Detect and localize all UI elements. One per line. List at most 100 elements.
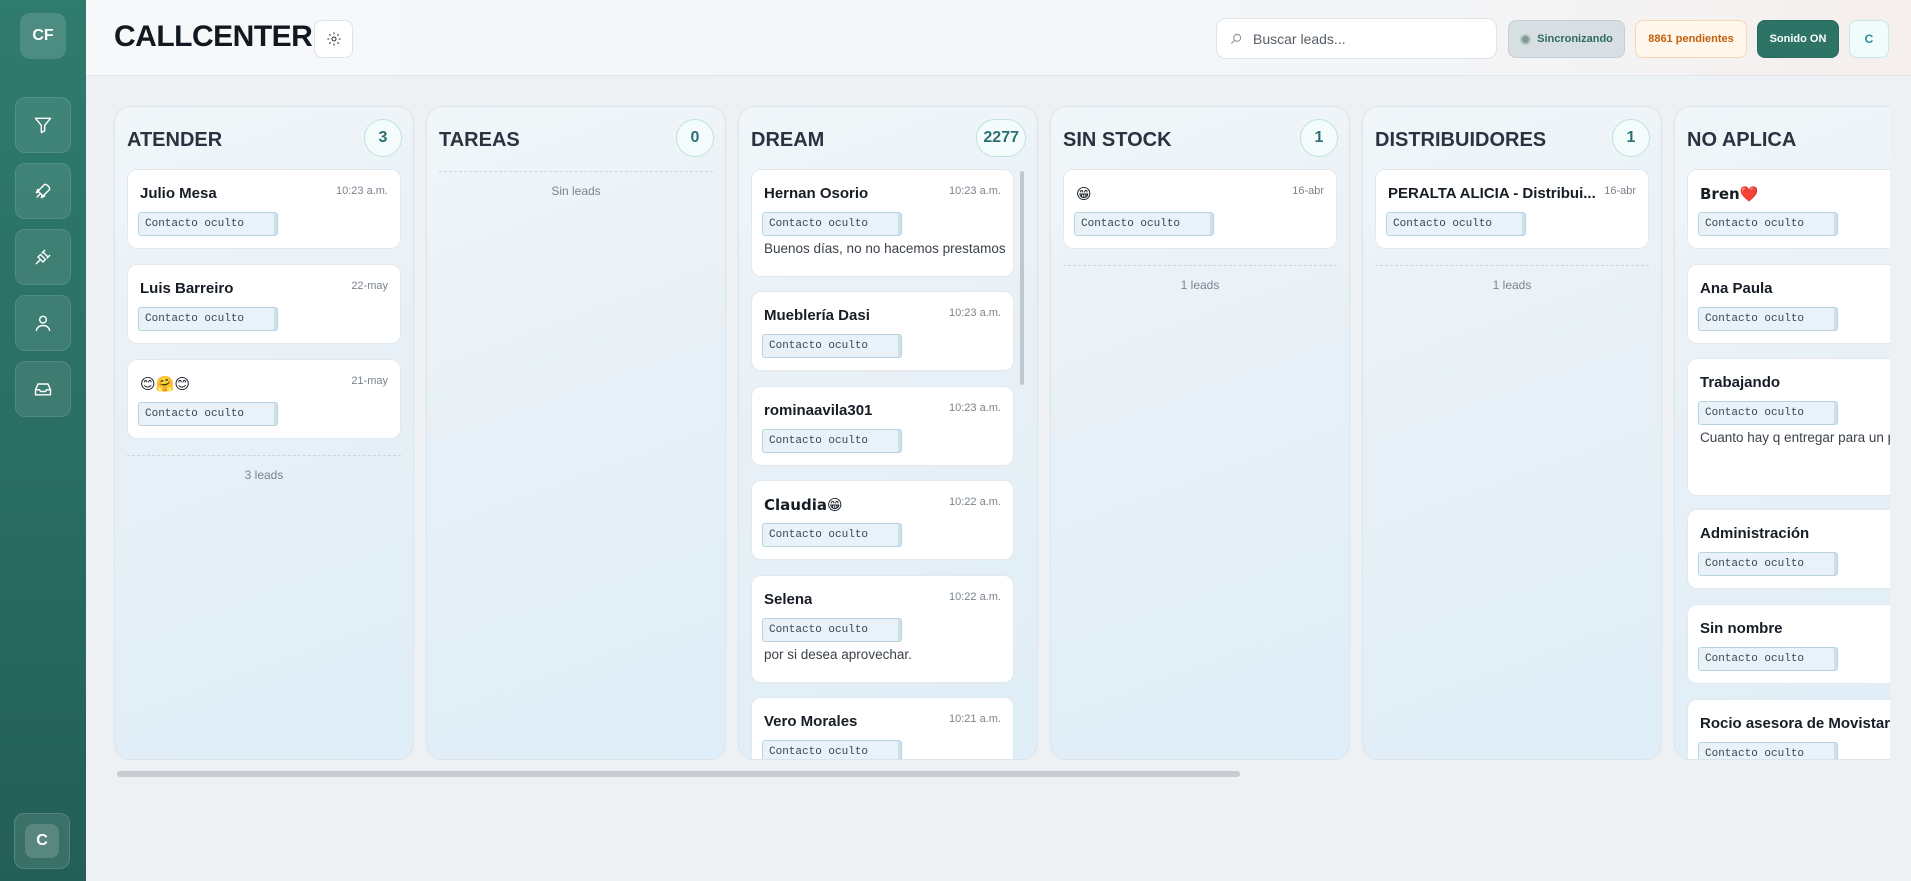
column-footer: 3 leads <box>127 455 401 482</box>
column-sin-stock: SIN STOCK 1 😁 16-abr Contacto oculto 1 l… <box>1050 106 1350 760</box>
column-count-badge: 3 <box>364 119 402 157</box>
app-logo[interactable]: CF <box>20 13 66 59</box>
filter-icon <box>34 117 52 134</box>
lead-card[interactable]: Vero Morales 10:21 a.m. Contacto oculto <box>751 697 1014 759</box>
inbox-icon <box>34 383 52 396</box>
lead-card[interactable]: Hernan Osorio 10:23 a.m. Contacto oculto… <box>751 169 1014 277</box>
lead-time: 10:23 a.m. <box>949 185 1001 197</box>
lead-name: Julio Mesa <box>140 185 217 202</box>
lead-time: 10:22 a.m. <box>949 591 1001 603</box>
contact-chip[interactable]: Contacto oculto <box>762 429 902 453</box>
search-icon <box>1230 33 1242 44</box>
column-tareas: TAREAS 0 Sin leads <box>426 106 726 760</box>
lead-card[interactable]: 😁 16-abr Contacto oculto <box>1063 169 1337 249</box>
lead-name: Luis Barreiro <box>140 280 234 297</box>
contact-chip[interactable]: Contacto oculto <box>1386 212 1526 236</box>
lead-name: Vero Morales <box>764 713 858 730</box>
lead-time: 10:23 a.m. <box>336 185 388 197</box>
contact-chip[interactable]: Contacto oculto <box>762 334 902 358</box>
lead-time: 10:23 a.m. <box>949 307 1001 319</box>
lead-card[interactable]: 😊🤗😊 21-may Contacto oculto <box>127 359 401 439</box>
lead-time: 21-may <box>351 375 388 387</box>
lead-card[interactable]: PERALTA ALICIA - Distribui... 16-abr Con… <box>1375 169 1649 249</box>
lead-message: Cuanto hay q entregar para un pi <box>1700 430 1890 445</box>
column-atender: ATENDER 3 Julio Mesa 10:23 a.m. Contacto… <box>114 106 414 760</box>
board-horizontal-scrollbar[interactable] <box>117 771 1240 777</box>
sidebar: CF C <box>0 0 86 881</box>
sidebar-item-inbox[interactable] <box>15 361 71 417</box>
lead-card[interactable]: Claudia😁 10:22 a.m. Contacto oculto <box>751 480 1014 560</box>
contact-chip[interactable]: Contacto oculto <box>138 212 278 236</box>
lead-card[interactable]: Mueblería Dasi 10:23 a.m. Contacto ocult… <box>751 291 1014 371</box>
lead-card[interactable]: Sin nombre Contacto oculto <box>1687 604 1890 684</box>
lead-time: 10:23 a.m. <box>949 402 1001 414</box>
lead-name: 😁 <box>1076 185 1092 203</box>
column-footer: Sin leads <box>439 171 713 198</box>
contact-chip[interactable]: Contacto oculto <box>1698 401 1838 425</box>
sidebar-item-user[interactable] <box>15 295 71 351</box>
lead-time: 10:22 a.m. <box>949 496 1001 508</box>
user-menu-button[interactable]: C <box>14 813 70 869</box>
search-box[interactable] <box>1216 18 1497 59</box>
sync-status-badge[interactable]: Sincronizando <box>1508 20 1625 58</box>
column-title: DISTRIBUIDORES <box>1375 129 1547 151</box>
pending-badge[interactable]: 8861 pendientes <box>1635 20 1747 58</box>
gear-icon <box>326 32 341 46</box>
lead-card[interactable]: Rocio asesora de Movistar Contacto ocult… <box>1687 699 1890 759</box>
page-title: CALLCENTER <box>114 20 313 53</box>
sound-toggle-button[interactable]: Sonido ON <box>1757 20 1839 58</box>
column-dream: DREAM 2277 Hernan Osorio 10:23 a.m. Cont… <box>738 106 1038 760</box>
contact-chip[interactable]: Contacto oculto <box>762 212 902 236</box>
contact-chip[interactable]: Contacto oculto <box>762 618 902 642</box>
header: CALLCENTER Sincronizando 8861 pendientes… <box>86 0 1911 76</box>
lead-time: 22-may <box>351 280 388 292</box>
contact-chip[interactable]: Contacto oculto <box>762 740 902 759</box>
lead-card[interactable]: Julio Mesa 10:23 a.m. Contacto oculto <box>127 169 401 249</box>
contact-chip[interactable]: Contacto oculto <box>1698 552 1838 576</box>
lead-card[interactable]: Bren❤️ Contacto oculto <box>1687 169 1890 249</box>
search-input[interactable] <box>1253 30 1483 47</box>
lead-card[interactable]: Luis Barreiro 22-may Contacto oculto <box>127 264 401 344</box>
lead-card[interactable]: rominaavila301 10:23 a.m. Contacto ocult… <box>751 386 1014 466</box>
column-count-badge: 0 <box>676 119 714 157</box>
sidebar-nav <box>15 97 71 417</box>
sidebar-item-rocket[interactable] <box>15 163 71 219</box>
contact-chip[interactable]: Contacto oculto <box>1698 742 1838 759</box>
column-distribuidores: DISTRIBUIDORES 1 PERALTA ALICIA - Distri… <box>1362 106 1662 760</box>
column-count-badge: 2277 <box>976 119 1026 157</box>
contact-chip[interactable]: Contacto oculto <box>1698 307 1838 331</box>
lead-name: rominaavila301 <box>764 402 873 419</box>
sync-label: Sincronizando <box>1537 33 1613 45</box>
lead-time: 10:21 a.m. <box>949 713 1001 725</box>
user-button[interactable]: C <box>1849 20 1889 58</box>
lead-card[interactable]: Trabajando Contacto oculto Cuanto hay q … <box>1687 358 1890 496</box>
contact-chip[interactable]: Contacto oculto <box>1074 212 1214 236</box>
sidebar-item-plug[interactable] <box>15 229 71 285</box>
lead-name: Selena <box>764 591 813 608</box>
lead-card[interactable]: Selena 10:22 a.m. Contacto oculto por si… <box>751 575 1014 683</box>
lead-name: Hernan Osorio <box>764 185 869 202</box>
contact-chip[interactable]: Contacto oculto <box>1698 647 1838 671</box>
lead-name: Administración <box>1700 525 1810 542</box>
contact-chip[interactable]: Contacto oculto <box>1698 212 1838 236</box>
sidebar-item-filter[interactable] <box>15 97 71 153</box>
column-title: NO APLICA <box>1687 129 1797 151</box>
column-footer: 1 leads <box>1375 265 1649 292</box>
column-count-badge: 1 <box>1612 119 1650 157</box>
contact-chip[interactable]: Contacto oculto <box>138 402 278 426</box>
column-scrollbar[interactable] <box>1020 171 1024 385</box>
settings-button[interactable] <box>314 20 353 58</box>
lead-card[interactable]: Administración Contacto oculto <box>1687 509 1890 589</box>
user-icon <box>35 315 51 332</box>
rocket-icon <box>35 183 51 199</box>
contact-chip[interactable]: Contacto oculto <box>762 523 902 547</box>
column-count-badge: 1 <box>1300 119 1338 157</box>
lead-name: Ana Paula <box>1700 280 1773 297</box>
column-title: DREAM <box>751 129 825 151</box>
lead-card[interactable]: Ana Paula Contacto oculto <box>1687 264 1890 344</box>
lead-name: Mueblería Dasi <box>764 307 870 324</box>
contact-chip[interactable]: Contacto oculto <box>138 307 278 331</box>
lead-message: por si desea aprovechar. <box>764 647 912 662</box>
lead-name: Trabajando <box>1700 374 1781 391</box>
column-no-aplica: NO APLICA Bren❤️ Contacto oculto Ana Pau… <box>1674 106 1890 760</box>
